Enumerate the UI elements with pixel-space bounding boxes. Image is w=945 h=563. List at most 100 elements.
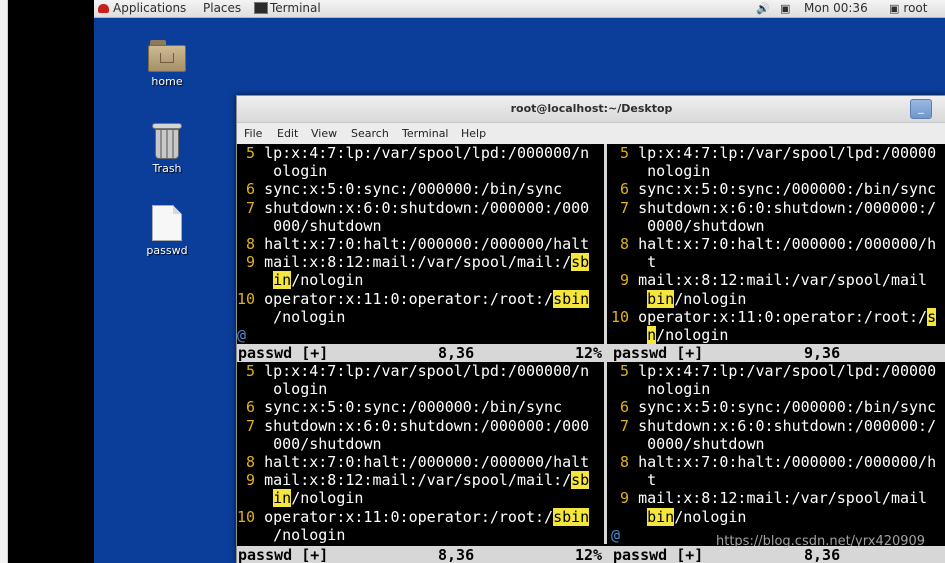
line-text: sync:x:5:0:sync:/000000:/bin/sync [255,398,563,417]
line-text: nologin [611,380,711,399]
line-number: 7 [237,416,256,435]
line-text: t [611,471,657,490]
line-text: /nologin [291,271,364,290]
line-text: sync:x:5:0:sync:/000000:/bin/sync [629,180,937,199]
menu-edit[interactable]: Edit [277,127,298,140]
desktop-icon-label: Trash [152,162,182,175]
line-text: lp:x:4:7:lp:/var/spool/lpd:/000000/n [255,144,590,162]
vim-line: in/nologin [237,489,363,508]
vim-line: ologin [237,380,327,398]
watermark: https://blog.csdn.net/yrx420909 [716,534,926,549]
network-icon[interactable]: ▣ [780,1,794,16]
top-panel: Applications Places Terminal 🔊 ▣ Mon 00:… [94,0,945,18]
vim-line: 5 lp:x:4:7:lp:/var/spool/lpd:/000000/n [237,362,589,380]
line-text: shutdown:x:6:0:shutdown:/000000:/ [629,198,937,217]
line-number: 8 [611,453,630,471]
status-file: passwd [+] [613,344,704,362]
line-number: 5 [237,362,256,380]
line-text: lp:x:4:7:lp:/var/spool/lpd:/000000/n [255,362,590,380]
status-percent: 12% [575,344,603,362]
line-text: operator:x:11:0:operator:/root:/ [255,507,554,526]
search-match: sbin [553,507,590,526]
file-icon [152,205,182,241]
line-text: sync:x:5:0:sync:/000000:/bin/sync [255,180,563,199]
vim-line: 7 shutdown:x:6:0:shutdown:/000000:/ [611,199,936,217]
vim-line: 6 sync:x:5:0:sync:/000000:/bin/sync [611,398,936,416]
line-number: 10 [611,307,630,326]
line-text [611,508,647,526]
taskbar-terminal[interactable]: Terminal [254,1,321,16]
folder-icon [148,40,186,72]
vim-line: 0000/shutdown [611,217,764,235]
vim-line: 9 mail:x:8:12:mail:/var/spool/mail [611,489,927,507]
status-bar-top-left: passwd [+] 8,36 12% [237,344,611,362]
line-text: 000/shutdown [237,216,382,235]
line-text: mail:x:8:12:mail:/var/spool/mail:/ [255,471,572,490]
vertical-split-divider[interactable] [604,362,611,544]
vim-line: ologin [237,162,327,180]
menu-file[interactable]: File [244,127,262,140]
vim-line: 7 shutdown:x:6:0:shutdown:/000000:/000 [237,417,589,435]
vim-pane-bottom-left[interactable]: 5 lp:x:4:7:lp:/var/spool/lpd:/000000/n o… [237,362,604,544]
volume-icon[interactable]: 🔊 [756,1,774,16]
vim-line: 7 shutdown:x:6:0:shutdown:/000000:/000 [237,199,589,217]
search-match: sb [571,253,590,272]
desktop-icon-passwd[interactable]: passwd [137,205,197,257]
vim-line: 9 mail:x:8:12:mail:/var/spool/mail:/sb [237,253,590,272]
line-text: halt:x:7:0:halt:/000000:/000000/halt [255,453,590,471]
menu-help[interactable]: Help [461,127,486,140]
menu-view[interactable]: View [311,127,337,140]
minimize-button[interactable]: _ [910,99,932,119]
clock[interactable]: Mon 00:36 [804,1,868,16]
desktop-icon-trash[interactable]: Trash [137,123,197,175]
vim-pane-top-left[interactable]: 5 lp:x:4:7:lp:/var/spool/lpd:/000000/n o… [237,144,604,344]
redhat-icon [98,4,109,13]
line-text: halt:x:7:0:halt:/000000:/000000/h [629,235,937,253]
vim-pane-top-right[interactable]: 5 lp:x:4:7:lp:/var/spool/lpd:/00000 nolo… [611,144,945,344]
user-menu[interactable]: ▣ root [889,1,927,16]
terminal-window[interactable]: root@localhost:~/Desktop _ File Edit Vie… [236,95,945,563]
terminal-area[interactable]: 5 lp:x:4:7:lp:/var/spool/lpd:/000000/n o… [237,144,945,563]
vertical-split-divider[interactable] [604,144,611,344]
vim-line: in/nologin [237,271,364,290]
line-text [611,290,647,308]
vim-pane-bottom-right[interactable]: 5 lp:x:4:7:lp:/var/spool/lpd:/00000 nolo… [611,362,945,544]
cursor-marker: @ [611,525,621,544]
vim-line: /nologin [237,308,345,326]
vim-line: 9 mail:x:8:12:mail:/var/spool/mail [611,271,927,289]
desktop-icon-home[interactable]: home [137,40,197,88]
menu-bar: File Edit View Search Terminal Help [237,123,945,144]
line-text: lp:x:4:7:lp:/var/spool/lpd:/00000 [629,144,937,162]
search-match: bin [647,289,675,308]
window-titlebar[interactable]: root@localhost:~/Desktop _ [237,96,945,123]
vim-line: nologin [611,380,710,398]
line-number: 7 [611,416,630,435]
vim-line: 10 operator:x:11:0:operator:/root:/s [611,307,937,326]
line-number: 9 [611,271,630,290]
line-number: 6 [237,398,256,417]
screen-border [8,0,94,563]
user-icon: ▣ [889,2,900,15]
line-text: t [611,253,657,272]
trash-icon [152,123,182,159]
line-text: mail:x:8:12:mail:/var/spool/mail:/ [255,253,572,272]
line-number: 9 [237,471,256,490]
line-number: 9 [611,489,630,508]
applications-menu[interactable]: Applications [98,1,186,16]
search-match: s [927,307,937,326]
line-text: lp:x:4:7:lp:/var/spool/lpd:/00000 [629,362,937,380]
line-number: 5 [611,144,630,162]
vim-line: 8 halt:x:7:0:halt:/000000:/000000/halt [237,453,589,471]
line-text: shutdown:x:6:0:shutdown:/000000:/ [629,416,937,435]
vim-line: 10 operator:x:11:0:operator:/root:/sbin [237,507,590,526]
line-text: sync:x:5:0:sync:/000000:/bin/sync [629,398,937,417]
places-menu[interactable]: Places [203,1,241,16]
menu-terminal[interactable]: Terminal [402,127,449,140]
line-text: /nologin [674,507,747,526]
status-bar-top-right: passwd [+] 9,36 [611,344,945,362]
menu-search[interactable]: Search [351,127,389,140]
line-number: 7 [611,198,630,217]
line-text: ologin [237,380,328,399]
status-file: passwd [+] [238,546,329,563]
vim-line: n/nologin [611,326,728,344]
